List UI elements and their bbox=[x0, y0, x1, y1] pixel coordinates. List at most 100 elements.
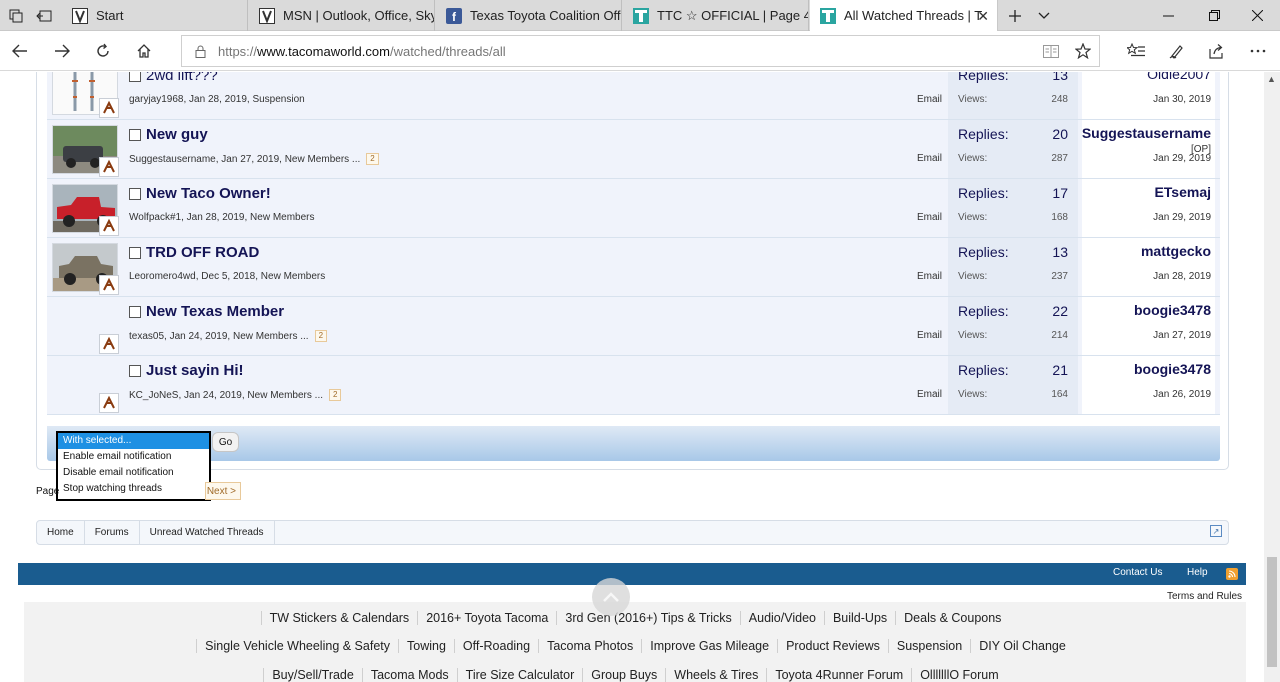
thread-forum[interactable]: New Members bbox=[250, 212, 314, 223]
thread-title-link[interactable]: New guy bbox=[146, 126, 208, 143]
dropdown-option[interactable]: With selected... bbox=[58, 433, 209, 449]
refresh-icon[interactable] bbox=[83, 31, 123, 71]
thread-title[interactable]: 2wd lift??? bbox=[129, 72, 218, 84]
tab-msn[interactable]: MSN | Outlook, Office, Skyp bbox=[249, 0, 435, 31]
footer-link[interactable]: Audio/Video bbox=[739, 611, 824, 625]
tab-watched-threads[interactable]: All Watched Threads | T ✕ bbox=[810, 0, 998, 31]
new-tab-icon[interactable] bbox=[1001, 0, 1029, 31]
terms-link[interactable]: Terms and Rules bbox=[1167, 591, 1242, 602]
avatar[interactable] bbox=[99, 275, 119, 295]
vertical-scrollbar[interactable]: ▲ bbox=[1264, 72, 1280, 682]
restore-icon[interactable] bbox=[1191, 0, 1237, 31]
last-post-date[interactable]: Jan 28, 2019 bbox=[1153, 271, 1211, 282]
thread-title[interactable]: New guy bbox=[129, 126, 208, 143]
reading-view-icon[interactable] bbox=[1035, 44, 1067, 58]
close-tab-icon[interactable]: ✕ bbox=[977, 8, 989, 25]
footer-link[interactable]: Improve Gas Mileage bbox=[641, 639, 777, 653]
footer-link[interactable]: Deals & Coupons bbox=[895, 611, 1009, 625]
footer-link[interactable]: 2016+ Toyota Tacoma bbox=[417, 611, 556, 625]
thread-title-link[interactable]: Just sayin Hi! bbox=[146, 362, 244, 379]
thread-checkbox[interactable] bbox=[129, 364, 141, 377]
thread-author[interactable]: Leoromero4wd bbox=[129, 271, 196, 282]
forward-icon[interactable] bbox=[42, 31, 82, 71]
footer-link[interactable]: Towing bbox=[398, 639, 454, 653]
minimize-icon[interactable] bbox=[1145, 0, 1191, 31]
close-window-icon[interactable] bbox=[1234, 0, 1280, 31]
email-link[interactable]: Email bbox=[917, 153, 942, 164]
address-bar[interactable]: https://www.tacomaworld.com/watched/thre… bbox=[181, 35, 1100, 67]
breadcrumb-forums[interactable]: Forums bbox=[85, 521, 140, 544]
footer-link[interactable]: Suspension bbox=[887, 639, 970, 653]
thread-forum[interactable]: New Members bbox=[233, 331, 297, 342]
last-post-user[interactable]: Oldie2007 bbox=[1147, 72, 1211, 82]
favorites-hub-icon[interactable] bbox=[1116, 31, 1156, 71]
email-link[interactable]: Email bbox=[917, 271, 942, 282]
footer-link[interactable]: Product Reviews bbox=[777, 639, 888, 653]
more-options-icon[interactable] bbox=[1238, 31, 1278, 71]
tab-preview-icon[interactable] bbox=[2, 0, 30, 31]
set-aside-tabs-icon[interactable] bbox=[30, 0, 58, 31]
email-link[interactable]: Email bbox=[917, 212, 942, 223]
footer-link[interactable]: Tacoma Mods bbox=[361, 668, 457, 682]
email-link[interactable]: Email bbox=[917, 94, 942, 105]
avatar[interactable] bbox=[99, 98, 119, 118]
thread-title-link[interactable]: New Texas Member bbox=[146, 303, 284, 320]
chevron-down-icon[interactable] bbox=[1030, 0, 1058, 31]
breadcrumb-unread-watched[interactable]: Unread Watched Threads bbox=[140, 521, 275, 544]
thread-title-link[interactable]: TRD OFF ROAD bbox=[146, 244, 259, 261]
thread-checkbox[interactable] bbox=[129, 187, 141, 200]
home-icon[interactable] bbox=[124, 31, 164, 71]
thread-checkbox[interactable] bbox=[129, 246, 141, 259]
last-post-date[interactable]: Jan 29, 2019 bbox=[1153, 212, 1211, 223]
bulk-action-dropdown[interactable]: With selected... Enable email notificati… bbox=[56, 431, 211, 501]
thread-forum[interactable]: Suspension bbox=[252, 94, 304, 105]
footer-link[interactable]: Toyota 4Runner Forum bbox=[766, 668, 911, 682]
footer-link[interactable]: DIY Oil Change bbox=[970, 639, 1074, 653]
thread-checkbox[interactable] bbox=[129, 128, 141, 141]
footer-link[interactable]: Tire Size Calculator bbox=[456, 668, 583, 682]
dropdown-option[interactable]: Stop watching threads bbox=[58, 481, 209, 497]
thread-forum[interactable]: New Members bbox=[261, 271, 325, 282]
footer-link[interactable]: 3rd Gen (2016+) Tips & Tricks bbox=[556, 611, 739, 625]
go-button[interactable]: Go bbox=[212, 432, 239, 452]
scroll-up-icon[interactable]: ▲ bbox=[1267, 74, 1276, 84]
footer-link[interactable]: Build-Ups bbox=[823, 611, 895, 625]
email-link[interactable]: Email bbox=[917, 330, 942, 341]
avatar[interactable] bbox=[99, 334, 119, 354]
last-post-user[interactable]: boogie3478 bbox=[1134, 361, 1211, 377]
thread-title[interactable]: TRD OFF ROAD bbox=[129, 244, 259, 261]
last-post-user[interactable]: mattgecko bbox=[1141, 243, 1211, 259]
thread-checkbox[interactable] bbox=[129, 72, 141, 82]
dropdown-option[interactable]: Enable email notification bbox=[58, 449, 209, 465]
last-post-date[interactable]: Jan 29, 2019 bbox=[1153, 153, 1211, 164]
pen-icon[interactable] bbox=[1157, 31, 1197, 71]
email-link[interactable]: Email bbox=[917, 389, 942, 400]
last-post-date[interactable]: Jan 27, 2019 bbox=[1153, 330, 1211, 341]
breadcrumb-home[interactable]: Home bbox=[37, 521, 85, 544]
contact-us-link[interactable]: Contact Us bbox=[1113, 567, 1162, 578]
jump-to-icon[interactable]: ↗ bbox=[1210, 525, 1222, 537]
last-post-date[interactable]: Jan 26, 2019 bbox=[1153, 389, 1211, 400]
last-post-user[interactable]: ETsemaj bbox=[1154, 184, 1211, 200]
thread-forum[interactable]: New Members bbox=[247, 390, 311, 401]
thread-title[interactable]: New Texas Member bbox=[129, 303, 284, 320]
next-page-button[interactable]: Next > bbox=[205, 482, 241, 500]
avatar[interactable] bbox=[99, 157, 119, 177]
avatar[interactable] bbox=[99, 393, 119, 413]
rss-icon[interactable] bbox=[1226, 568, 1238, 580]
thread-title[interactable]: New Taco Owner! bbox=[129, 185, 271, 202]
footer-link[interactable]: Group Buys bbox=[582, 668, 665, 682]
share-icon[interactable] bbox=[1197, 31, 1237, 71]
footer-link[interactable]: TW Stickers & Calendars bbox=[260, 611, 418, 625]
page-link[interactable]: 2 bbox=[314, 330, 328, 342]
thread-checkbox[interactable] bbox=[129, 305, 141, 318]
footer-link[interactable]: Buy/Sell/Trade bbox=[263, 668, 362, 682]
footer-link[interactable]: Off-Roading bbox=[453, 639, 538, 653]
page-link[interactable]: 2 bbox=[366, 153, 379, 165]
footer-link[interactable]: OlllllllO Forum bbox=[911, 668, 1006, 682]
last-post-date[interactable]: Jan 30, 2019 bbox=[1153, 94, 1211, 105]
thread-title-link[interactable]: 2wd lift??? bbox=[146, 72, 218, 84]
help-link[interactable]: Help bbox=[1187, 567, 1208, 578]
footer-link[interactable]: Wheels & Tires bbox=[665, 668, 766, 682]
last-post-user[interactable]: Suggestausername bbox=[1082, 125, 1211, 141]
